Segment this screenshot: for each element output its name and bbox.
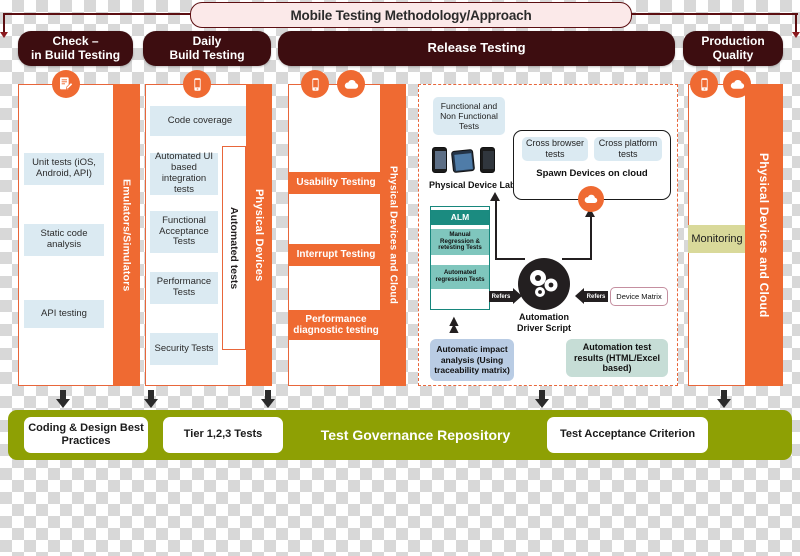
- chip-automated-ui-integration-tests: Automated UI based integration tests: [150, 151, 218, 195]
- device-thumb-tablet: [450, 148, 476, 174]
- mobile-phone-icon: [183, 70, 211, 98]
- mobile-phone-icon: [690, 70, 718, 98]
- refers-right-arrowhead: [575, 288, 584, 304]
- gov-card-coding-design-best-practices[interactable]: Coding & Design Best Practices: [24, 417, 148, 453]
- alm-header: ALM: [431, 210, 489, 225]
- side-label-physical-devices: Physical Devices: [246, 84, 272, 386]
- functional-and-non-functional-tests-box: Functional and Non Functional Tests: [433, 97, 505, 135]
- alm-row-manual-regression: Manual Regression & retesting Tests: [431, 229, 489, 255]
- device-thumb-phone-1: [432, 147, 447, 173]
- document-edit-icon: [52, 70, 80, 98]
- cloud-icon: [578, 186, 604, 212]
- refers-right-label: Refers: [584, 291, 608, 302]
- chip-api-testing: API testing: [24, 300, 104, 328]
- chip-performance-tests: Performance Tests: [150, 272, 218, 304]
- automatic-impact-analysis-box: Automatic impact analysis (Using traceab…: [430, 339, 514, 381]
- chip-interrupt-testing: Interrupt Testing: [288, 244, 384, 266]
- cloud-icon: [723, 70, 751, 98]
- refers-left-arrowhead: [513, 288, 522, 304]
- cross-browser-tests-box: Cross browser tests: [522, 137, 588, 161]
- device-matrix-box: Device Matrix: [610, 287, 668, 306]
- gov-card-test-acceptance-criterion[interactable]: Test Acceptance Criterion: [547, 417, 708, 453]
- alm-row-automated-regression: Automated regression Tests: [431, 265, 489, 289]
- phase-header-production-quality[interactable]: Production Quality: [683, 31, 783, 66]
- side-label-physical-devices-and-cloud-production: Physical Devices and Cloud: [745, 84, 783, 386]
- chip-monitoring: Monitoring: [688, 225, 746, 253]
- mobile-phone-icon: [301, 70, 329, 98]
- gears-icon: [518, 258, 570, 310]
- connector-alm-to-driver-vertical: [495, 200, 497, 260]
- chip-unit-tests: Unit tests (iOS, Android, API): [24, 153, 104, 185]
- connector-cloud-to-driver-vertical: [590, 216, 592, 260]
- phase-header-check-in-build-testing[interactable]: Check – in Build Testing: [18, 31, 133, 66]
- diagram-canvas: Mobile Testing Methodology/Approach Chec…: [0, 0, 800, 556]
- alm-stack: ALM Manual Regression & retesting Tests …: [430, 206, 490, 310]
- gov-card-tier-tests[interactable]: Tier 1,2,3 Tests: [163, 417, 283, 453]
- page-title: Mobile Testing Methodology/Approach: [190, 2, 632, 28]
- refers-left-label: Refers: [489, 291, 513, 302]
- title-rail-right-arrow: [792, 32, 800, 38]
- governance-title: Test Governance Repository: [320, 427, 511, 443]
- chip-security-tests: Security Tests: [150, 333, 218, 365]
- title-rail-left-arrow: [0, 32, 8, 38]
- automation-test-results-box: Automation test results (HTML/Excel base…: [566, 339, 668, 377]
- chip-code-coverage: Code coverage: [150, 106, 250, 136]
- physical-device-lab-label: Physical Device Lab: [429, 180, 516, 190]
- chip-usability-testing: Usability Testing: [288, 172, 384, 194]
- chip-static-code-analysis: Static code analysis: [24, 224, 104, 256]
- phase-header-daily-build-testing[interactable]: Daily Build Testing: [143, 31, 271, 66]
- side-label-physical-devices-and-cloud-release: Physical Devices and Cloud: [380, 84, 406, 386]
- cloud-icon: [337, 70, 365, 98]
- chip-functional-acceptance-tests: Functional Acceptance Tests: [150, 211, 218, 253]
- cross-platform-tests-box: Cross platform tests: [594, 137, 662, 161]
- test-governance-repository-bar: Coding & Design Best Practices Tier 1,2,…: [8, 410, 792, 460]
- phase-header-release-testing[interactable]: Release Testing: [278, 31, 675, 66]
- side-label-emulators-simulators: Emulators/Simulators: [113, 84, 140, 386]
- group-label-automated-tests: Automated tests: [222, 146, 246, 350]
- device-thumb-phone-2: [480, 147, 495, 173]
- impact-analysis-chevrons-icon: ▲ ▲: [446, 313, 462, 337]
- spawn-devices-caption: Spawn Devices on cloud: [536, 168, 648, 179]
- chip-performance-diagnostic-testing: Performance diagnostic testing: [288, 310, 384, 340]
- connector-arrow-up-lab: [490, 192, 500, 201]
- automation-driver-script-label: Automation Driver Script: [516, 312, 572, 333]
